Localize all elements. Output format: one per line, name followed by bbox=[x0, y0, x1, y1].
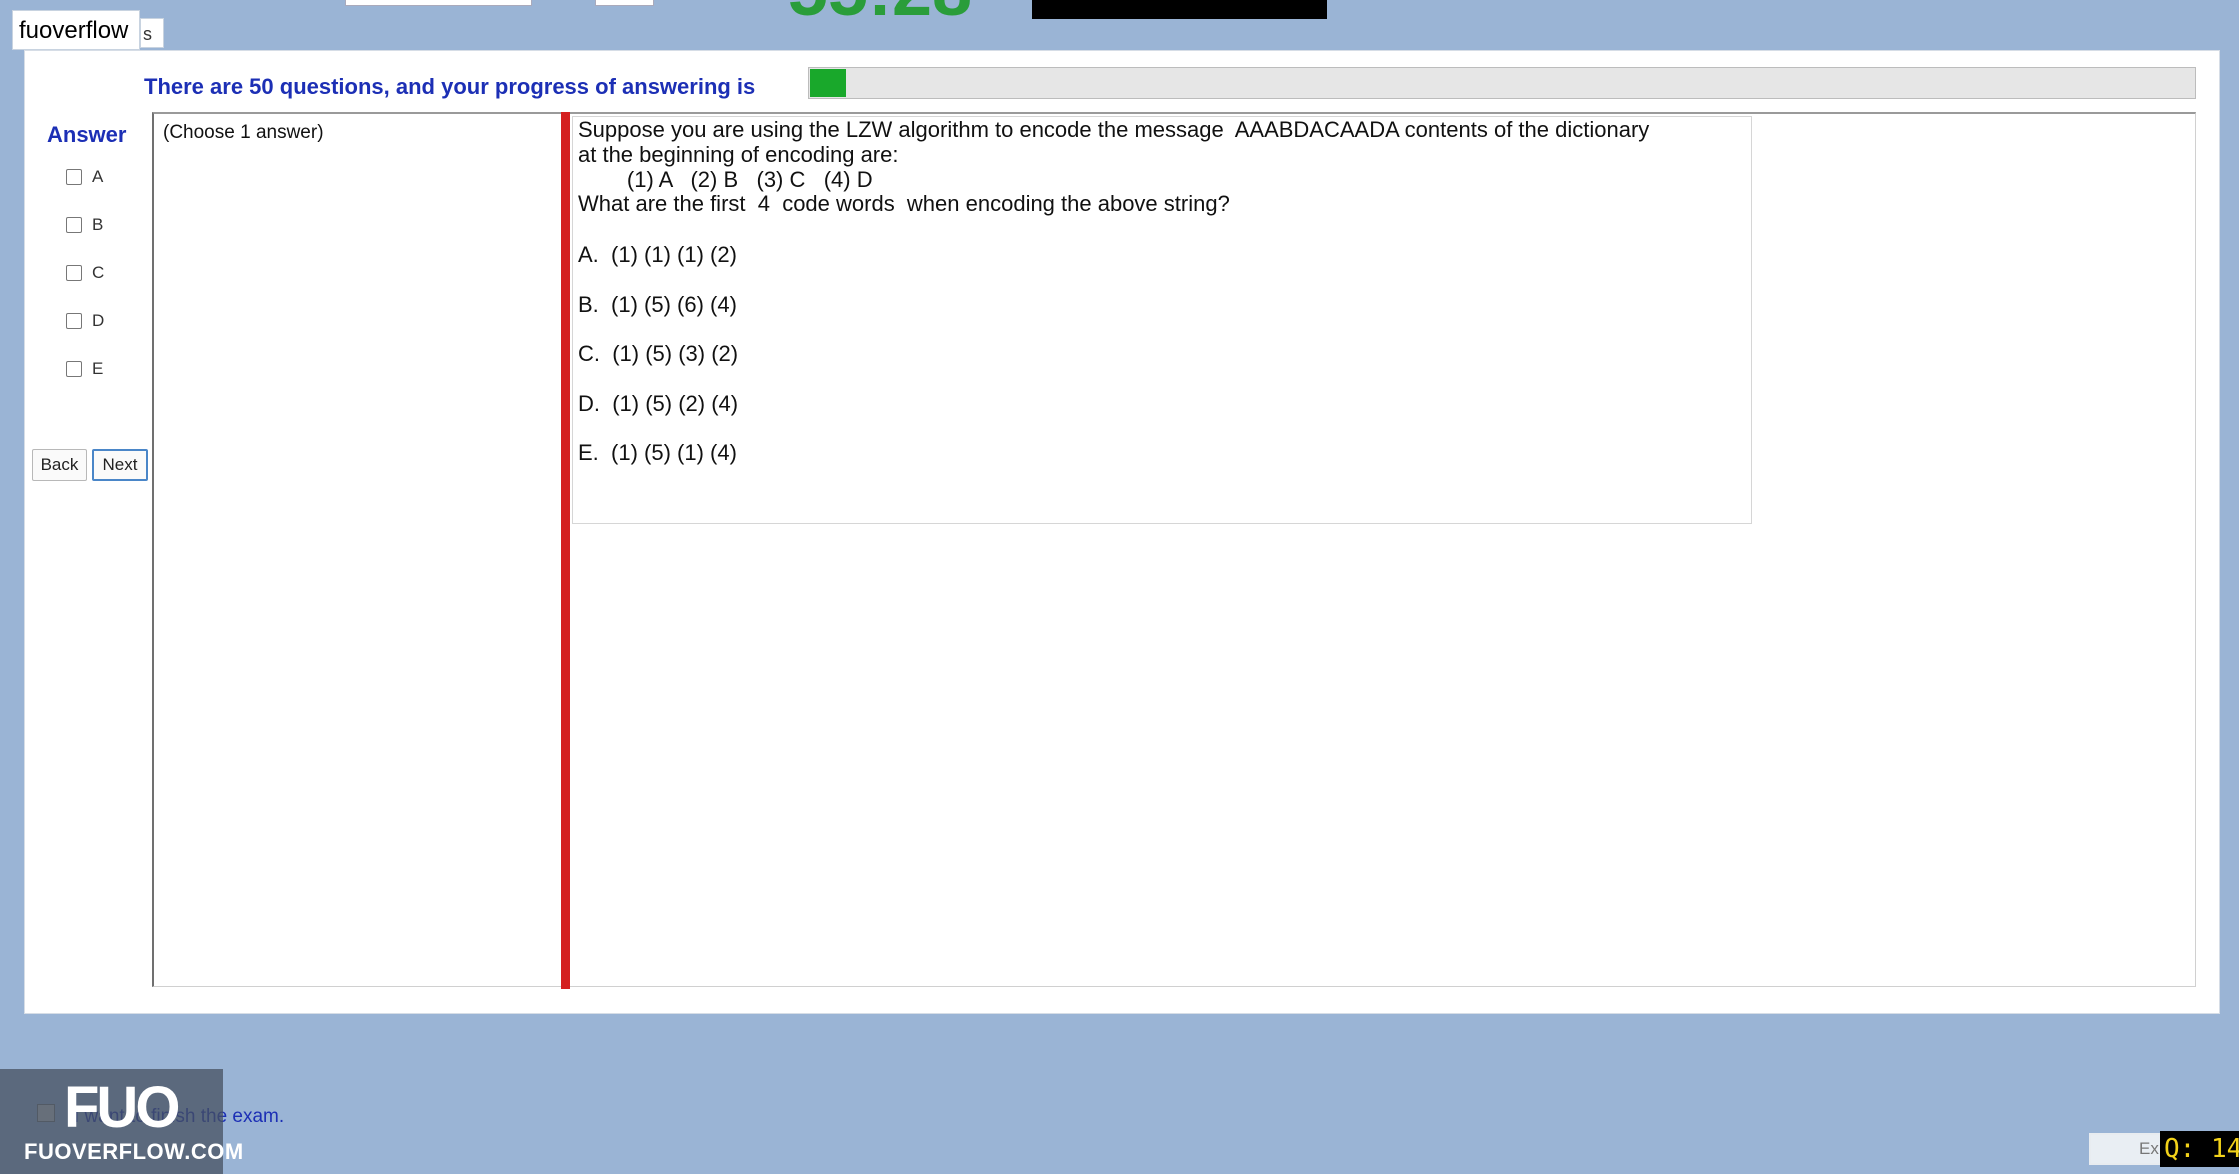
choice-text: D. (1) (5) (2) (4) bbox=[578, 391, 739, 416]
back-button[interactable]: Back bbox=[32, 449, 87, 481]
option-label: B bbox=[92, 215, 104, 234]
choice-text: C. (1) (5) (3) (2) bbox=[578, 341, 739, 366]
progress-fill bbox=[810, 69, 847, 97]
choice-text: E. (1) (5) (1) (4) bbox=[578, 440, 737, 465]
progress-label: There are 50 questions, and your progres… bbox=[144, 74, 756, 99]
checkbox[interactable] bbox=[66, 169, 82, 185]
top-small-field[interactable] bbox=[595, 0, 654, 6]
question-line: Suppose you are using the LZW algorithm … bbox=[578, 117, 1650, 142]
watermark-logo: FUO bbox=[64, 1075, 180, 1140]
choose-instruction: (Choose 1 answer) bbox=[163, 122, 324, 143]
countdown-timer: 55:28 bbox=[770, 0, 990, 26]
option-label: E bbox=[92, 359, 104, 378]
answer-title: Answer bbox=[47, 122, 127, 147]
checkbox[interactable] bbox=[66, 313, 82, 329]
answer-option-d[interactable]: D bbox=[66, 311, 104, 331]
next-button[interactable]: Next bbox=[92, 449, 148, 481]
panel-splitter[interactable] bbox=[561, 112, 570, 989]
top-input-field[interactable] bbox=[345, 0, 532, 6]
question-line: What are the first 4 code words when enc… bbox=[578, 191, 1230, 216]
question-line: at the beginning of encoding are: bbox=[578, 142, 899, 167]
answer-option-e[interactable]: E bbox=[66, 359, 103, 379]
choice-text: B. (1) (5) (6) (4) bbox=[578, 292, 737, 317]
checkbox[interactable] bbox=[66, 217, 82, 233]
answer-option-a[interactable]: A bbox=[66, 167, 103, 187]
checkbox[interactable] bbox=[66, 265, 82, 281]
question-number-badge: Q: 14 bbox=[2160, 1131, 2239, 1167]
progress-bar bbox=[808, 67, 2196, 99]
answer-option-c[interactable]: C bbox=[66, 263, 104, 283]
hidden-tab[interactable]: s bbox=[140, 18, 164, 48]
option-label: D bbox=[92, 311, 105, 330]
app-tab-title[interactable]: fuoverflow bbox=[12, 10, 140, 50]
question-line: (1) A (2) B (3) C (4) D bbox=[578, 167, 873, 192]
option-label: A bbox=[92, 167, 104, 186]
choice-text: A. (1) (1) (1) (2) bbox=[578, 242, 737, 267]
checkbox[interactable] bbox=[66, 361, 82, 377]
option-label: C bbox=[92, 263, 105, 282]
answer-option-b[interactable]: B bbox=[66, 215, 103, 235]
redacted-box bbox=[1032, 0, 1327, 19]
watermark-site: FUOVERFLOW.COM bbox=[24, 1139, 244, 1164]
